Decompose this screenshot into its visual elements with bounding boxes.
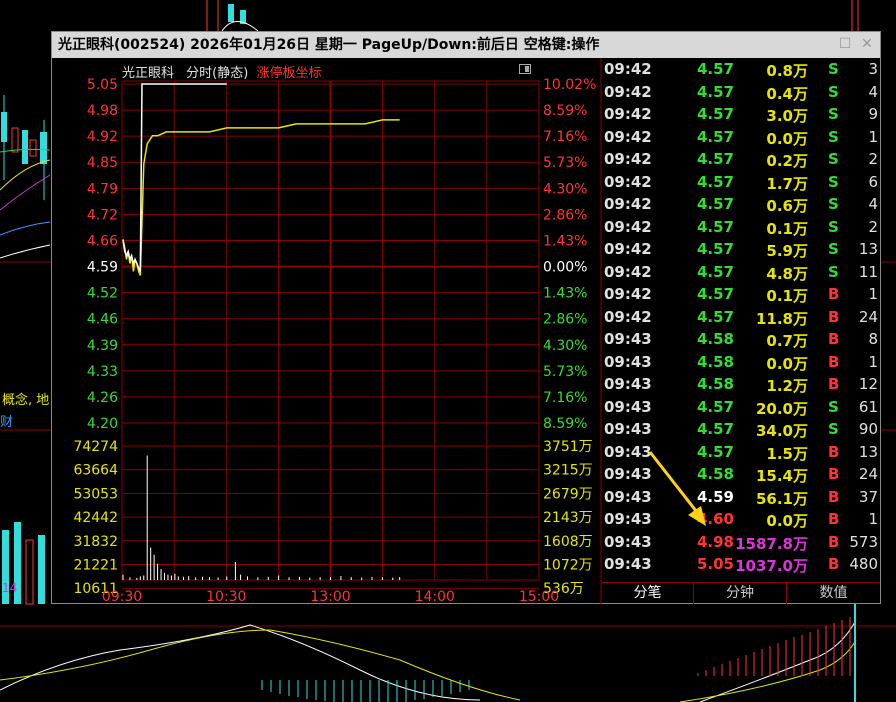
annotation-arrow [648,451,706,526]
